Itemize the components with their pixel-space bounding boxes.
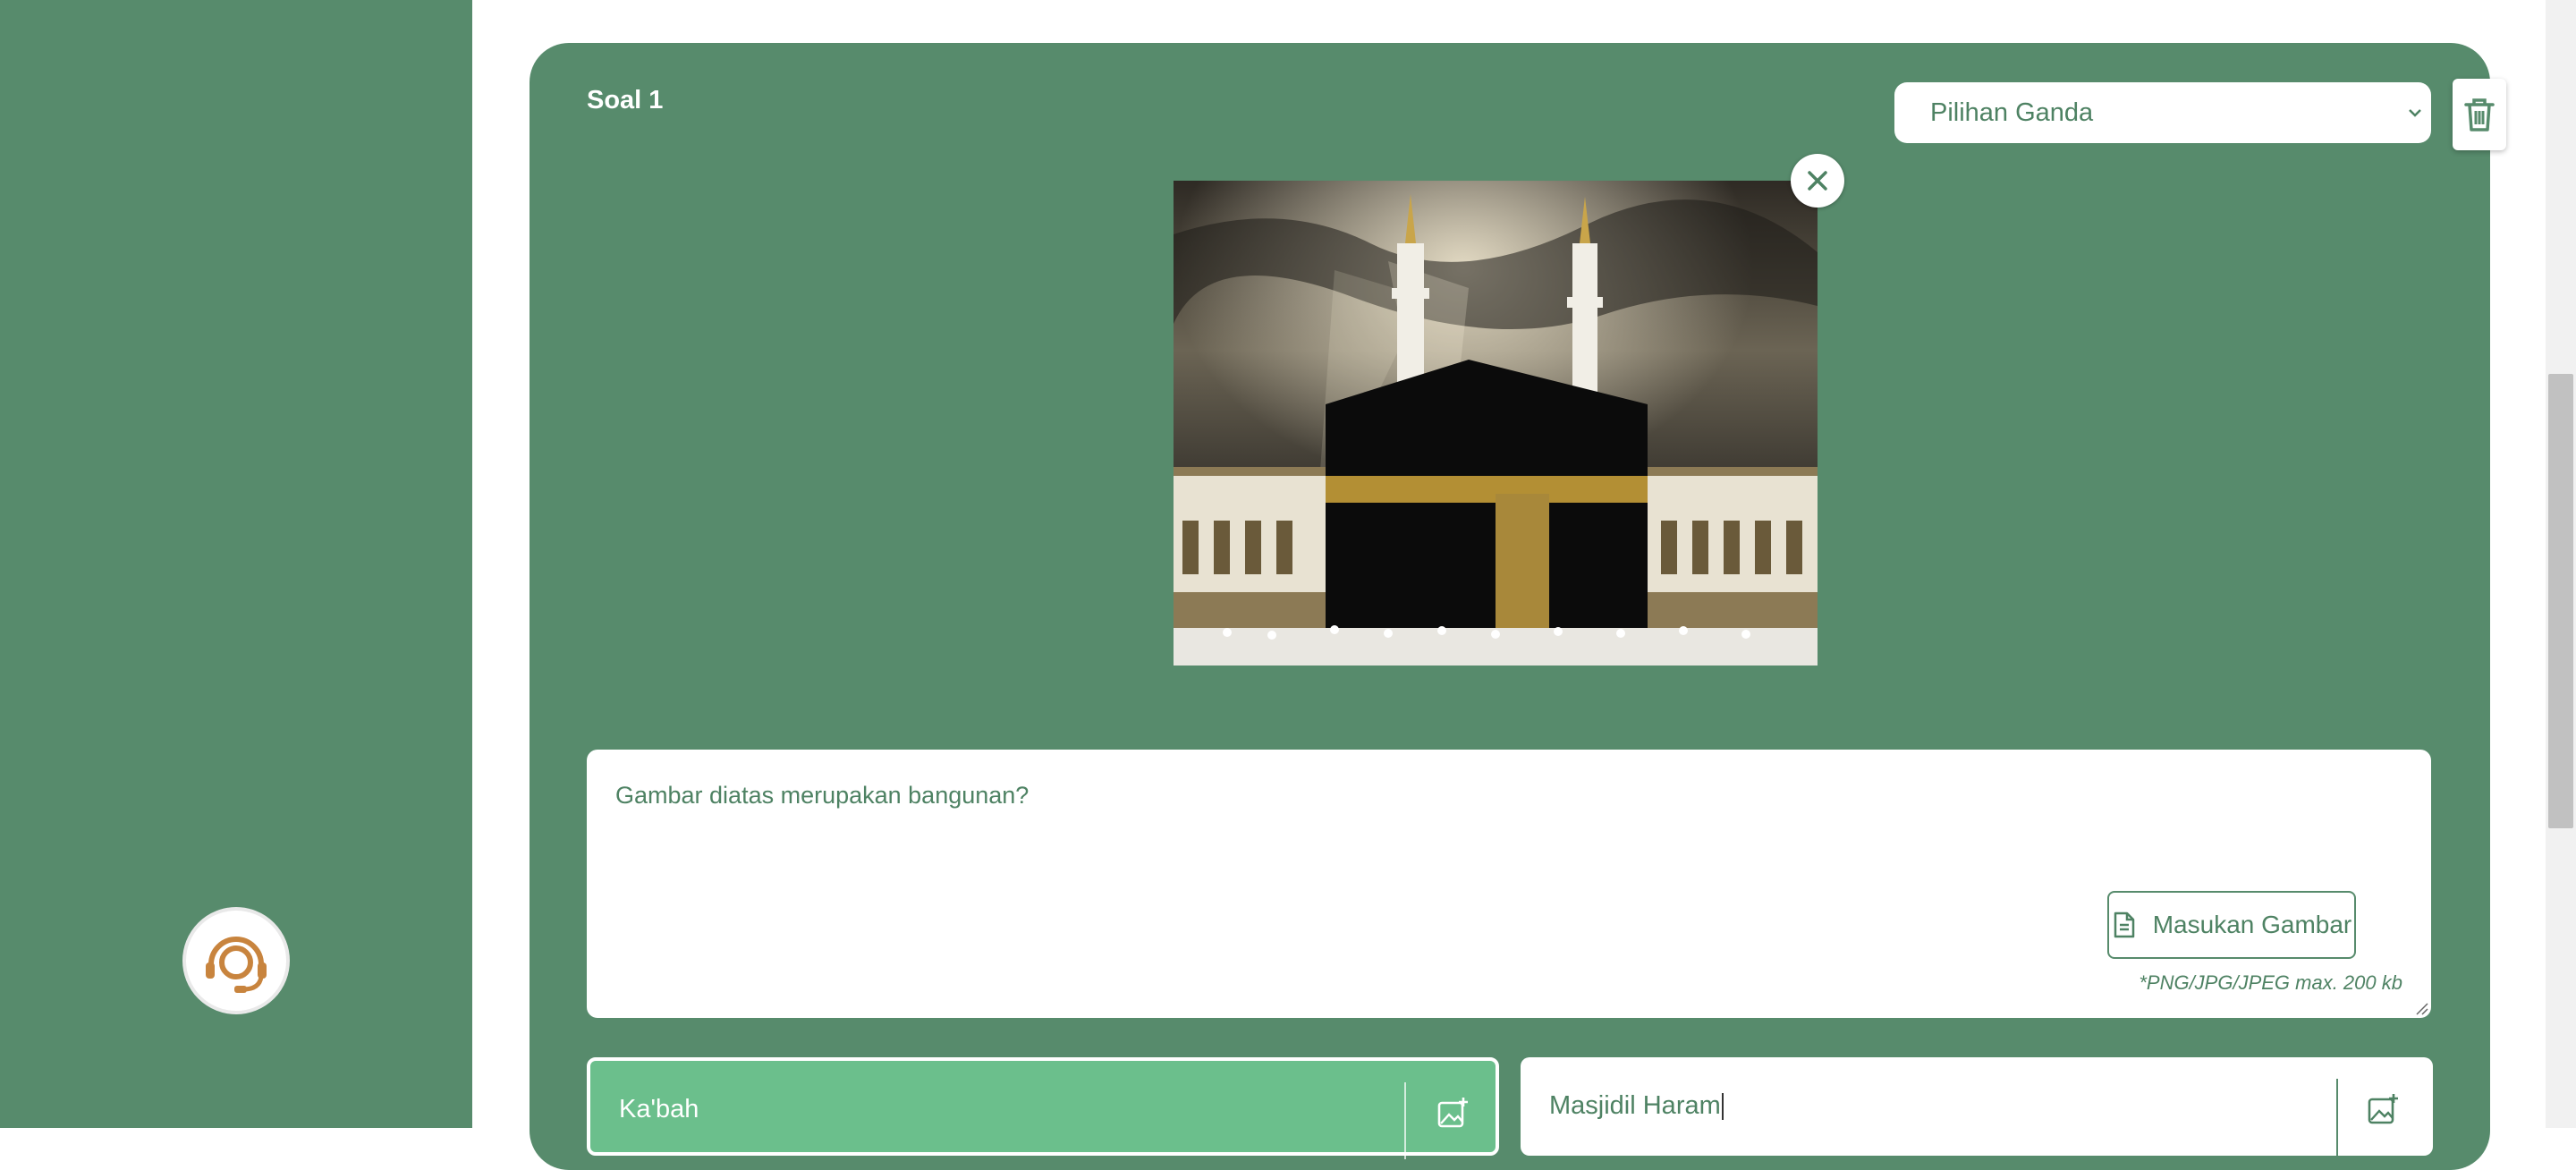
answer-option-b[interactable]: Masjidil Haram bbox=[1521, 1057, 2433, 1156]
question-type-select[interactable]: Pilihan Ganda bbox=[1894, 82, 2431, 143]
question-text: Gambar diatas merupakan bangunan? bbox=[615, 782, 1030, 809]
insert-image-label: Masukan Gambar bbox=[2152, 911, 2352, 938]
question-image bbox=[1174, 181, 1818, 666]
trash-icon bbox=[2464, 98, 2495, 131]
answer-text: Ka'bah bbox=[619, 1095, 699, 1123]
add-image-icon[interactable] bbox=[1436, 1097, 1469, 1129]
question-textarea[interactable]: Gambar diatas merupakan bangunan? Masuka… bbox=[587, 750, 2431, 1018]
divider bbox=[2336, 1079, 2338, 1156]
answer-text: Masjidil Haram bbox=[1549, 1091, 1724, 1121]
scrollbar-thumb[interactable] bbox=[2548, 374, 2573, 828]
chevron-down-icon bbox=[2409, 109, 2421, 117]
answer-option-a[interactable]: Ka'bah bbox=[587, 1057, 1499, 1159]
file-icon bbox=[2114, 911, 2134, 938]
question-type-value: Pilihan Ganda bbox=[1930, 98, 2094, 127]
add-image-icon[interactable] bbox=[2367, 1093, 2399, 1125]
close-icon bbox=[1808, 171, 1827, 191]
resize-handle-icon[interactable] bbox=[2413, 1000, 2429, 1016]
file-format-hint: *PNG/JPG/JPEG max. 200 kb bbox=[2139, 971, 2402, 994]
text-cursor bbox=[1721, 1093, 1724, 1121]
remove-image-button[interactable] bbox=[1791, 154, 1844, 208]
insert-image-button[interactable]: Masukan Gambar bbox=[2107, 891, 2356, 959]
support-button[interactable] bbox=[182, 907, 290, 1014]
divider bbox=[1404, 1082, 1406, 1159]
delete-question-button[interactable] bbox=[2453, 79, 2506, 150]
question-title: Soal 1 bbox=[587, 86, 664, 114]
headset-support-icon bbox=[206, 937, 267, 993]
